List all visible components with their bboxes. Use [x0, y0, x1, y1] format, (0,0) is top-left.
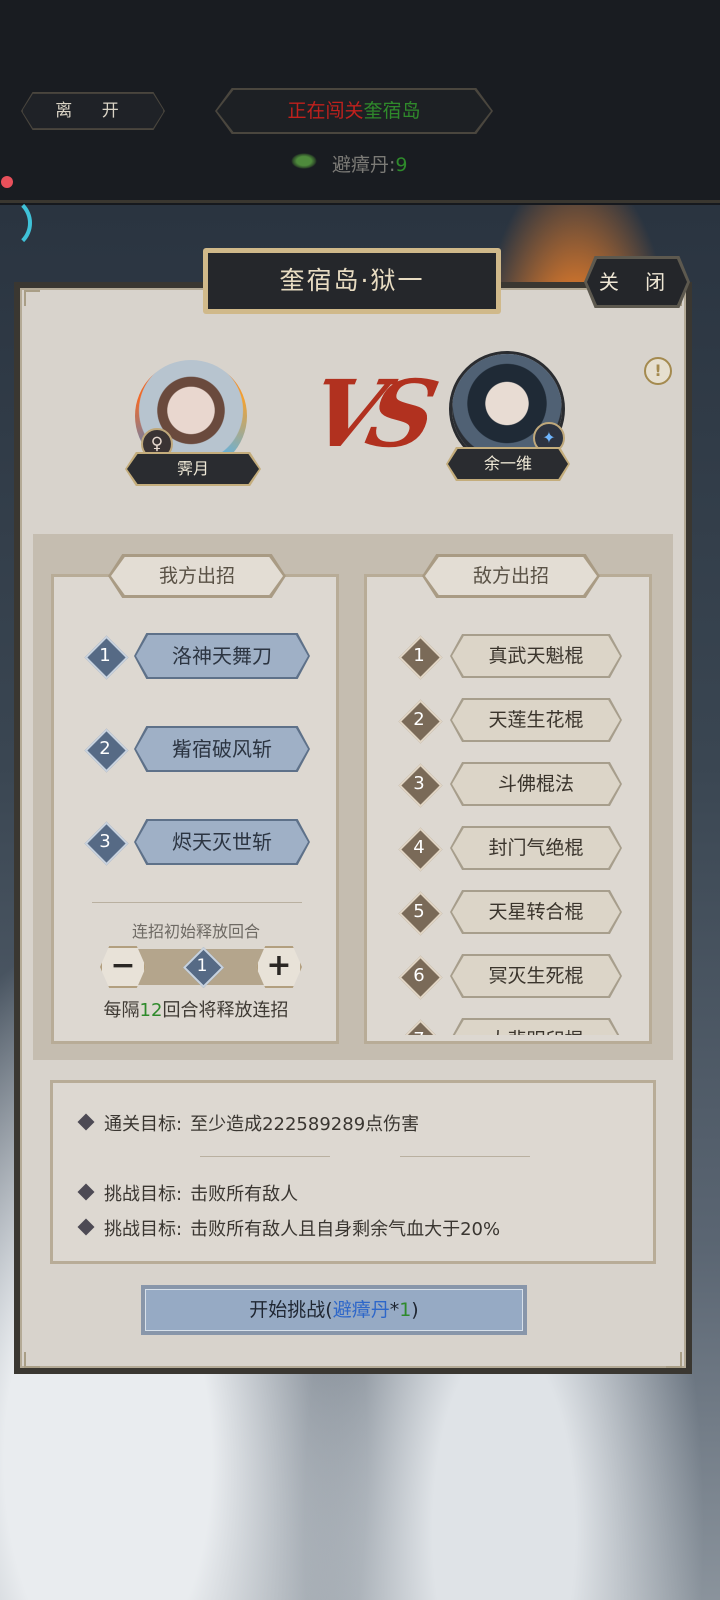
enemy-move-5[interactable]: 天星转合棍: [452, 892, 620, 932]
enemy-moves-list[interactable]: 1 真武天魁棍 2 天莲生花棍 3 斗佛棍法 4 封门气绝棍 5 天星转合棍 6…: [368, 578, 650, 1035]
start-item: 避瘴丹: [332, 1299, 390, 1321]
enemy-move-3[interactable]: 斗佛棍法: [452, 764, 620, 804]
enemy-move-4[interactable]: 封门气绝棍: [452, 828, 620, 868]
move-number-badge: 1: [398, 635, 443, 680]
info-icon[interactable]: !: [644, 357, 672, 385]
corner-ornament: [24, 1352, 40, 1368]
status-location: 奎宿岛: [363, 100, 421, 122]
increment-button[interactable]: +: [256, 946, 302, 988]
close-button[interactable]: 关 闭: [587, 259, 687, 305]
combo-desc-suffix: 回合将释放连招: [162, 1000, 289, 1021]
corner-ornament: [24, 290, 40, 306]
challenge-goal-2: 挑战目标: 击败所有敌人且自身剩余气血大于20%: [104, 1215, 500, 1241]
start-suffix: ): [411, 1299, 419, 1321]
goal-label: 挑战目标:: [104, 1219, 183, 1240]
panel-title: 奎宿岛·狱一: [208, 253, 496, 309]
combo-start-label: 连招初始释放回合: [131, 922, 260, 941]
enemy-move-7[interactable]: 大悲明印棍: [452, 1020, 620, 1035]
move-number-badge: 5: [398, 891, 443, 936]
start-count: 1: [399, 1299, 412, 1321]
goal-label: 挑战目标:: [104, 1184, 183, 1205]
enemy-move-1[interactable]: 真武天魁棍: [452, 636, 620, 676]
combo-desc-number: 12: [139, 1000, 163, 1021]
start-prefix: 开始挑战(: [249, 1299, 333, 1321]
move-number-badge: 6: [398, 955, 443, 1000]
divider: [400, 1156, 530, 1157]
stepper-value: 1: [182, 946, 225, 989]
potion-label: 避瘴丹:: [332, 154, 396, 176]
goal-text: 击败所有敌人: [190, 1184, 299, 1205]
combo-desc-prefix: 每隔: [103, 1000, 140, 1021]
move-number-badge: 2: [398, 699, 443, 744]
status-prefix: 正在闯关: [287, 100, 364, 122]
leave-button[interactable]: 离 开: [22, 93, 164, 129]
potion-count: 9: [395, 154, 408, 176]
enemy-name: 余一维: [448, 449, 568, 479]
decrement-button[interactable]: −: [100, 946, 146, 988]
my-moves-header: 我方出招: [111, 557, 283, 595]
status-banner: 正在闯关奎宿岛: [217, 90, 491, 132]
move-number-badge: 3: [398, 763, 443, 808]
my-move-3[interactable]: 烬天灭世斩: [136, 821, 308, 863]
goal-text: 击败所有敌人且自身剩余气血大于20%: [190, 1219, 501, 1240]
start-mult: *: [389, 1299, 400, 1321]
goal-text: 至少造成222589289点伤害: [190, 1114, 420, 1135]
move-number-badge: 3: [84, 821, 129, 866]
divider: [92, 902, 302, 903]
enemy-move-2[interactable]: 天莲生花棍: [452, 700, 620, 740]
goal-label: 通关目标:: [104, 1114, 183, 1135]
move-number-badge: 2: [84, 728, 129, 773]
my-move-2[interactable]: 觜宿破风斩: [136, 728, 308, 770]
divider: [200, 1156, 330, 1157]
clear-goal: 通关目标: 至少造成222589289点伤害: [104, 1110, 419, 1136]
combo-description: 每隔12回合将释放连招: [52, 996, 340, 1022]
challenge-goal-1: 挑战目标: 击败所有敌人: [104, 1180, 298, 1206]
notification-dot: [1, 176, 13, 188]
vs-emblem: VS: [300, 360, 434, 468]
start-challenge-button[interactable]: 开始挑战(避瘴丹*1): [145, 1289, 523, 1331]
corner-ornament: [666, 1352, 682, 1368]
player-name: 霁月: [127, 454, 259, 484]
move-number-badge: 4: [398, 827, 443, 872]
potion-counter: 避瘴丹:9: [290, 150, 408, 177]
my-move-1[interactable]: 洛神天舞刀: [136, 635, 308, 677]
move-number-badge: 7: [398, 1019, 443, 1035]
enemy-move-6[interactable]: 冥灭生死棍: [452, 956, 620, 996]
move-number-badge: 1: [84, 635, 129, 680]
